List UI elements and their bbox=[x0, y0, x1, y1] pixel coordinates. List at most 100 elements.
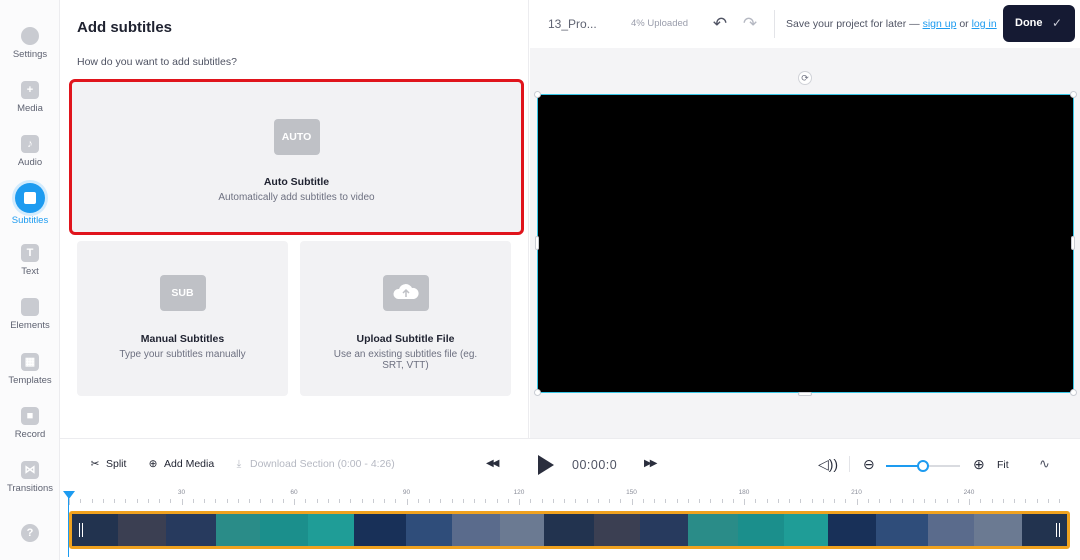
nav-settings[interactable]: Settings bbox=[0, 27, 60, 60]
ruler-tick bbox=[406, 499, 408, 505]
zoom-handle[interactable] bbox=[917, 460, 929, 472]
ruler-tick bbox=[924, 499, 925, 503]
ruler-tick bbox=[114, 499, 115, 503]
ruler-tick bbox=[260, 499, 262, 503]
subtitles-panel: Add subtitles How do you want to add sub… bbox=[60, 0, 529, 438]
trim-handle-right[interactable] bbox=[1056, 523, 1060, 537]
ruler-tick bbox=[991, 499, 993, 503]
ruler-tick bbox=[969, 499, 970, 505]
fast-forward-icon[interactable]: ▶▶ bbox=[644, 458, 657, 469]
ruler-tick bbox=[901, 499, 903, 503]
upload-subtitle-option[interactable]: Upload Subtitle File Use an existing sub… bbox=[300, 241, 511, 396]
ruler-tick bbox=[721, 499, 723, 503]
ruler-tick bbox=[811, 499, 813, 503]
ruler-tick bbox=[642, 499, 644, 503]
zoom-out-icon[interactable]: ⊖ bbox=[863, 456, 875, 473]
ruler-tick bbox=[654, 499, 655, 503]
resize-handle[interactable] bbox=[534, 91, 541, 98]
resize-handle[interactable] bbox=[534, 389, 541, 396]
trim-handle-left[interactable] bbox=[79, 523, 83, 537]
resize-handle[interactable] bbox=[1070, 389, 1077, 396]
nav-subtitles[interactable]: Subtitles bbox=[0, 183, 60, 226]
timeline-ruler[interactable]: 30 60 90 120 150 180 210 240 bbox=[60, 489, 1080, 509]
check-icon: ✓ bbox=[1051, 16, 1062, 30]
nav-media[interactable]: + Media bbox=[0, 81, 60, 114]
ruler-tick bbox=[946, 499, 948, 503]
done-button[interactable]: Done ✓ bbox=[1003, 5, 1075, 42]
ruler-tick bbox=[834, 499, 835, 503]
track-thumbnail bbox=[406, 514, 452, 546]
nav-elements[interactable]: Elements bbox=[0, 298, 60, 331]
ruler-tick bbox=[462, 499, 464, 503]
ruler-tick bbox=[237, 499, 239, 503]
ruler-tick bbox=[91, 499, 93, 503]
ruler-tick bbox=[384, 499, 385, 503]
log-in-link[interactable]: log in bbox=[972, 18, 997, 30]
camera-icon: ■ bbox=[21, 407, 39, 425]
ruler-tick bbox=[631, 499, 633, 505]
ruler-tick bbox=[294, 499, 295, 505]
zoom-in-icon[interactable]: ⊕ bbox=[973, 456, 985, 473]
ruler-tick bbox=[699, 499, 700, 503]
ruler-tick bbox=[777, 499, 779, 503]
redo-icon[interactable]: ↷ bbox=[739, 14, 761, 34]
nav-audio[interactable]: ♪ Audio bbox=[0, 135, 60, 168]
nav-text[interactable]: T Text bbox=[0, 244, 60, 277]
option-desc: Use an existing subtitles file (eg. SRT,… bbox=[333, 349, 478, 371]
ruler-tick bbox=[935, 499, 937, 503]
ruler-tick bbox=[1036, 499, 1038, 503]
rewind-icon[interactable]: ◀◀ bbox=[486, 458, 499, 469]
waveform-icon[interactable]: ∿ bbox=[1039, 456, 1050, 472]
sign-up-link[interactable]: sign up bbox=[923, 18, 957, 30]
ruler-tick bbox=[327, 499, 329, 503]
ruler-tick bbox=[125, 499, 127, 503]
ruler-tick bbox=[575, 499, 577, 503]
save-prompt: Save your project for later — sign up or… bbox=[786, 18, 997, 30]
playhead[interactable] bbox=[63, 491, 75, 499]
undo-icon[interactable]: ↶ bbox=[709, 14, 731, 34]
ruler-tick bbox=[845, 499, 847, 503]
nav-label: Audio bbox=[17, 157, 43, 168]
resize-handle[interactable] bbox=[798, 392, 812, 396]
nav-label: Media bbox=[17, 103, 43, 114]
ruler-tick bbox=[1059, 499, 1060, 503]
fit-button[interactable]: Fit bbox=[997, 459, 1009, 471]
ruler-tick bbox=[159, 499, 160, 503]
divider bbox=[774, 10, 775, 38]
ruler-tick bbox=[800, 499, 802, 503]
nav-templates[interactable]: ▦ Templates bbox=[0, 353, 60, 386]
ruler-tick bbox=[147, 499, 149, 503]
ruler-tick bbox=[485, 499, 487, 503]
video-track[interactable] bbox=[69, 511, 1070, 549]
ruler-label: 210 bbox=[851, 489, 862, 496]
ruler-tick bbox=[1025, 499, 1027, 503]
resize-handle[interactable] bbox=[1070, 91, 1077, 98]
ruler-tick bbox=[350, 499, 352, 503]
resize-handle[interactable] bbox=[535, 236, 539, 250]
help-button[interactable]: ? bbox=[0, 524, 60, 546]
add-media-button[interactable]: ⊕ Add Media bbox=[146, 458, 215, 470]
split-button[interactable]: ✂ Split bbox=[88, 458, 127, 470]
upload-status: 4% Uploaded bbox=[631, 18, 689, 29]
ruler-tick bbox=[732, 499, 734, 503]
auto-subtitle-option[interactable]: AUTO Auto Subtitle Automatically add sub… bbox=[69, 79, 524, 235]
video-editor: Settings + Media ♪ Audio Subtitles T Tex… bbox=[0, 0, 1080, 560]
ruler-tick bbox=[1002, 499, 1004, 503]
plus-icon: + bbox=[21, 81, 39, 99]
nav-record[interactable]: ■ Record bbox=[0, 407, 60, 440]
rotate-icon[interactable]: ⟳ bbox=[798, 71, 812, 85]
track-thumbnail bbox=[260, 514, 308, 546]
zoom-slider[interactable] bbox=[886, 460, 960, 472]
ruler-tick bbox=[429, 499, 430, 503]
option-desc: Automatically add subtitles to video bbox=[218, 192, 375, 203]
ruler-tick bbox=[181, 499, 183, 505]
resize-handle[interactable] bbox=[1071, 236, 1075, 250]
manual-subtitles-option[interactable]: SUB Manual Subtitles Type your subtitles… bbox=[77, 241, 288, 396]
track-thumbnail bbox=[928, 514, 974, 546]
nav-transitions[interactable]: ⋈ Transitions bbox=[0, 461, 60, 494]
download-section-button[interactable]: ⤓ Download Section (0:00 - 4:26) bbox=[232, 458, 395, 471]
play-button[interactable] bbox=[536, 453, 556, 477]
project-name[interactable]: 13_Pro... bbox=[548, 17, 597, 31]
volume-icon[interactable]: ◁)) bbox=[818, 456, 838, 473]
video-canvas[interactable] bbox=[537, 94, 1074, 393]
